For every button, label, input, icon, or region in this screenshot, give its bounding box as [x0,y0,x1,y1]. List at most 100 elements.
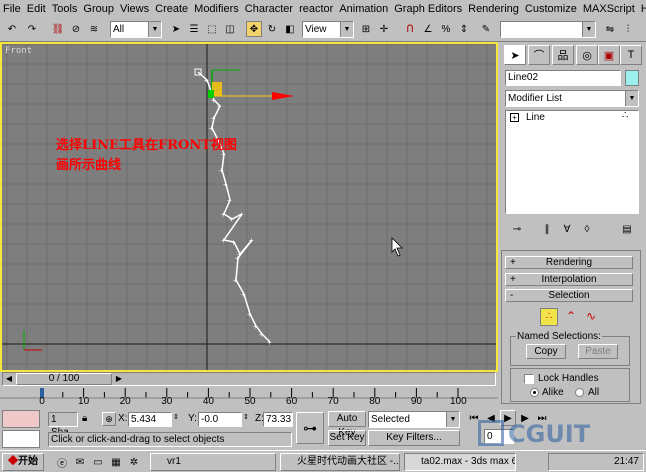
menu-group[interactable]: Group [80,3,117,15]
outlook-icon[interactable]: ✉ [72,454,88,470]
motion-tab-icon[interactable]: ◎ [576,45,598,65]
create-tab-icon[interactable]: ➤ [504,45,526,65]
taskbar-item-3dsmax[interactable]: ta02.max - 3ds max 6 [404,453,516,471]
prev-frame-icon[interactable]: ◀ [4,373,14,385]
rollout-rendering[interactable]: + Rendering [505,256,633,269]
undo-icon[interactable]: ↶ [4,21,20,37]
maxscript-listener-white[interactable] [2,430,40,448]
selection-filter-dropdown[interactable]: All ▼ [110,21,162,38]
menu-maxscript[interactable]: MAXScript [580,3,638,15]
mirror-icon[interactable]: ⇋ [602,21,618,37]
rectangular-selection-icon[interactable]: ⬚ [204,21,220,37]
set-key-mode-key-icon[interactable]: ⊶ [296,412,324,444]
show-end-result-icon[interactable]: ∥ [539,221,555,237]
spinner-snap-icon[interactable]: ⇕ [456,21,472,37]
z-coordinate-field[interactable]: 73.33 [263,412,293,427]
menu-animation[interactable]: Animation [336,3,391,15]
maxscript-listener-pink[interactable] [2,410,40,428]
key-filters-button[interactable]: Key Filters... [368,430,460,446]
configure-modifier-sets-icon[interactable]: ▤ [619,221,635,237]
auto-key-button[interactable]: Auto Key [328,411,366,438]
alike-radio[interactable] [530,388,539,397]
all-label: All [588,387,600,398]
menu-character[interactable]: Character [242,3,296,15]
select-object-icon[interactable]: ➤ [168,21,184,37]
pin-stack-icon[interactable]: ⊸ [509,221,525,237]
select-by-name-icon[interactable]: ☰ [186,21,202,37]
menu-file[interactable]: File [0,3,24,15]
track-bar[interactable]: 0 10 20 30 40 50 60 70 80 90 100 [0,386,498,408]
modify-tab-icon[interactable]: ⌒ [528,45,550,65]
paste-button[interactable]: Paste [578,344,618,359]
bind-space-warp-icon[interactable]: ≋ [86,21,102,37]
select-and-move-icon[interactable]: ✥ [246,21,262,37]
vertex-mode-icon[interactable]: ∴ [540,308,558,326]
object-color-swatch[interactable] [625,70,639,86]
menu-views[interactable]: Views [117,3,152,15]
start-button[interactable]: ◆开始 [2,453,44,471]
menu-tools[interactable]: Tools [49,3,81,15]
segment-mode-icon[interactable]: ⌃ [562,308,580,326]
stack-item-line[interactable]: + Line ∴ [506,110,638,125]
display-tab-icon[interactable]: ▣ [598,45,620,65]
x-coordinate-field[interactable]: 5.434 [128,412,172,427]
y-spinner-icon[interactable]: ⇕ [243,413,249,421]
menu-modifiers[interactable]: Modifiers [191,3,242,15]
modifier-stack[interactable]: + Line ∴ [505,110,639,214]
percent-snap-icon[interactable]: % [438,21,454,37]
menu-customize[interactable]: Customize [522,3,580,15]
snap-toggle-icon[interactable]: ᑎ [402,21,418,37]
spline-mode-icon[interactable]: ∿ [582,308,600,326]
time-slider-thumb[interactable]: 0 / 100 [16,373,112,385]
unlink-icon[interactable]: ⊘ [68,21,84,37]
angle-snap-icon[interactable]: ∠ [420,21,436,37]
menu-reactor[interactable]: reactor [296,3,336,15]
utilities-tab-icon[interactable]: T [620,45,642,65]
make-unique-icon[interactable]: ∀ [559,221,575,237]
expand-icon[interactable]: + [510,113,519,122]
select-and-link-icon[interactable]: ⛓ [50,21,66,37]
window-crossing-icon[interactable]: ◫ [222,21,238,37]
lock-handles-checkbox[interactable] [524,374,534,384]
remove-modifier-icon[interactable]: ◊ [579,221,595,237]
app-icon[interactable]: ✲ [126,454,142,470]
named-selection-sets-dropdown[interactable]: ▼ [500,21,596,38]
viewport-label[interactable]: Front [5,46,32,56]
rollout-interpolation[interactable]: + Interpolation [505,273,633,286]
manipulate-icon[interactable]: ✛ [376,21,392,37]
x-spinner-icon[interactable]: ⇕ [173,413,179,421]
front-viewport[interactable]: +++++++++++++++++++++++++ Front 选择LINE工具… [0,42,498,372]
named-selection-icon[interactable]: ✎ [478,21,494,37]
vertex-marker: + [241,290,246,299]
lock-icon[interactable]: 🔒︎ [82,413,87,424]
folder-icon[interactable]: ▭ [90,454,106,470]
hierarchy-tab-icon[interactable]: 品 [552,45,574,65]
y-coordinate-field[interactable]: -0.0 [198,412,242,427]
modifier-list-dropdown[interactable]: Modifier List ▼ [505,90,639,107]
ruler-label: 40 [202,396,214,407]
ie-icon[interactable]: ⓔ [54,454,70,470]
menu-edit[interactable]: Edit [24,3,49,15]
rollout-selection[interactable]: - Selection [505,289,633,302]
all-radio[interactable] [575,388,584,397]
menu-graph-editors[interactable]: Graph Editors [391,3,465,15]
reference-coord-dropdown[interactable]: View ▼ [302,21,354,38]
select-and-scale-icon[interactable]: ◧ [282,21,298,37]
pivot-center-icon[interactable]: ⊞ [358,21,374,37]
copy-button[interactable]: Copy [526,344,566,359]
select-and-rotate-icon[interactable]: ↻ [264,21,280,37]
align-icon[interactable]: ⫶ [620,21,636,37]
viewport-canvas[interactable]: +++++++++++++++++++++++++ [2,44,496,370]
absolute-mode-icon[interactable]: ⊕ [102,412,116,426]
menu-create[interactable]: Create [152,3,191,15]
taskbar-item-vr1[interactable]: vr1 [150,453,276,471]
key-mode-dropdown[interactable]: Selected ▼ [368,411,460,428]
set-key-button[interactable]: Set Key [328,430,366,446]
object-name-field[interactable]: Line02 [505,70,621,86]
taskbar-item-browser[interactable]: 火星时代动画大社区 -... [280,453,400,471]
menu-rendering[interactable]: Rendering [465,3,522,15]
menu-help[interactable]: Help [638,3,646,15]
redo-icon[interactable]: ↷ [24,21,40,37]
desktop-icon[interactable]: ▦ [108,454,124,470]
next-frame-icon[interactable]: ▶ [114,373,124,385]
